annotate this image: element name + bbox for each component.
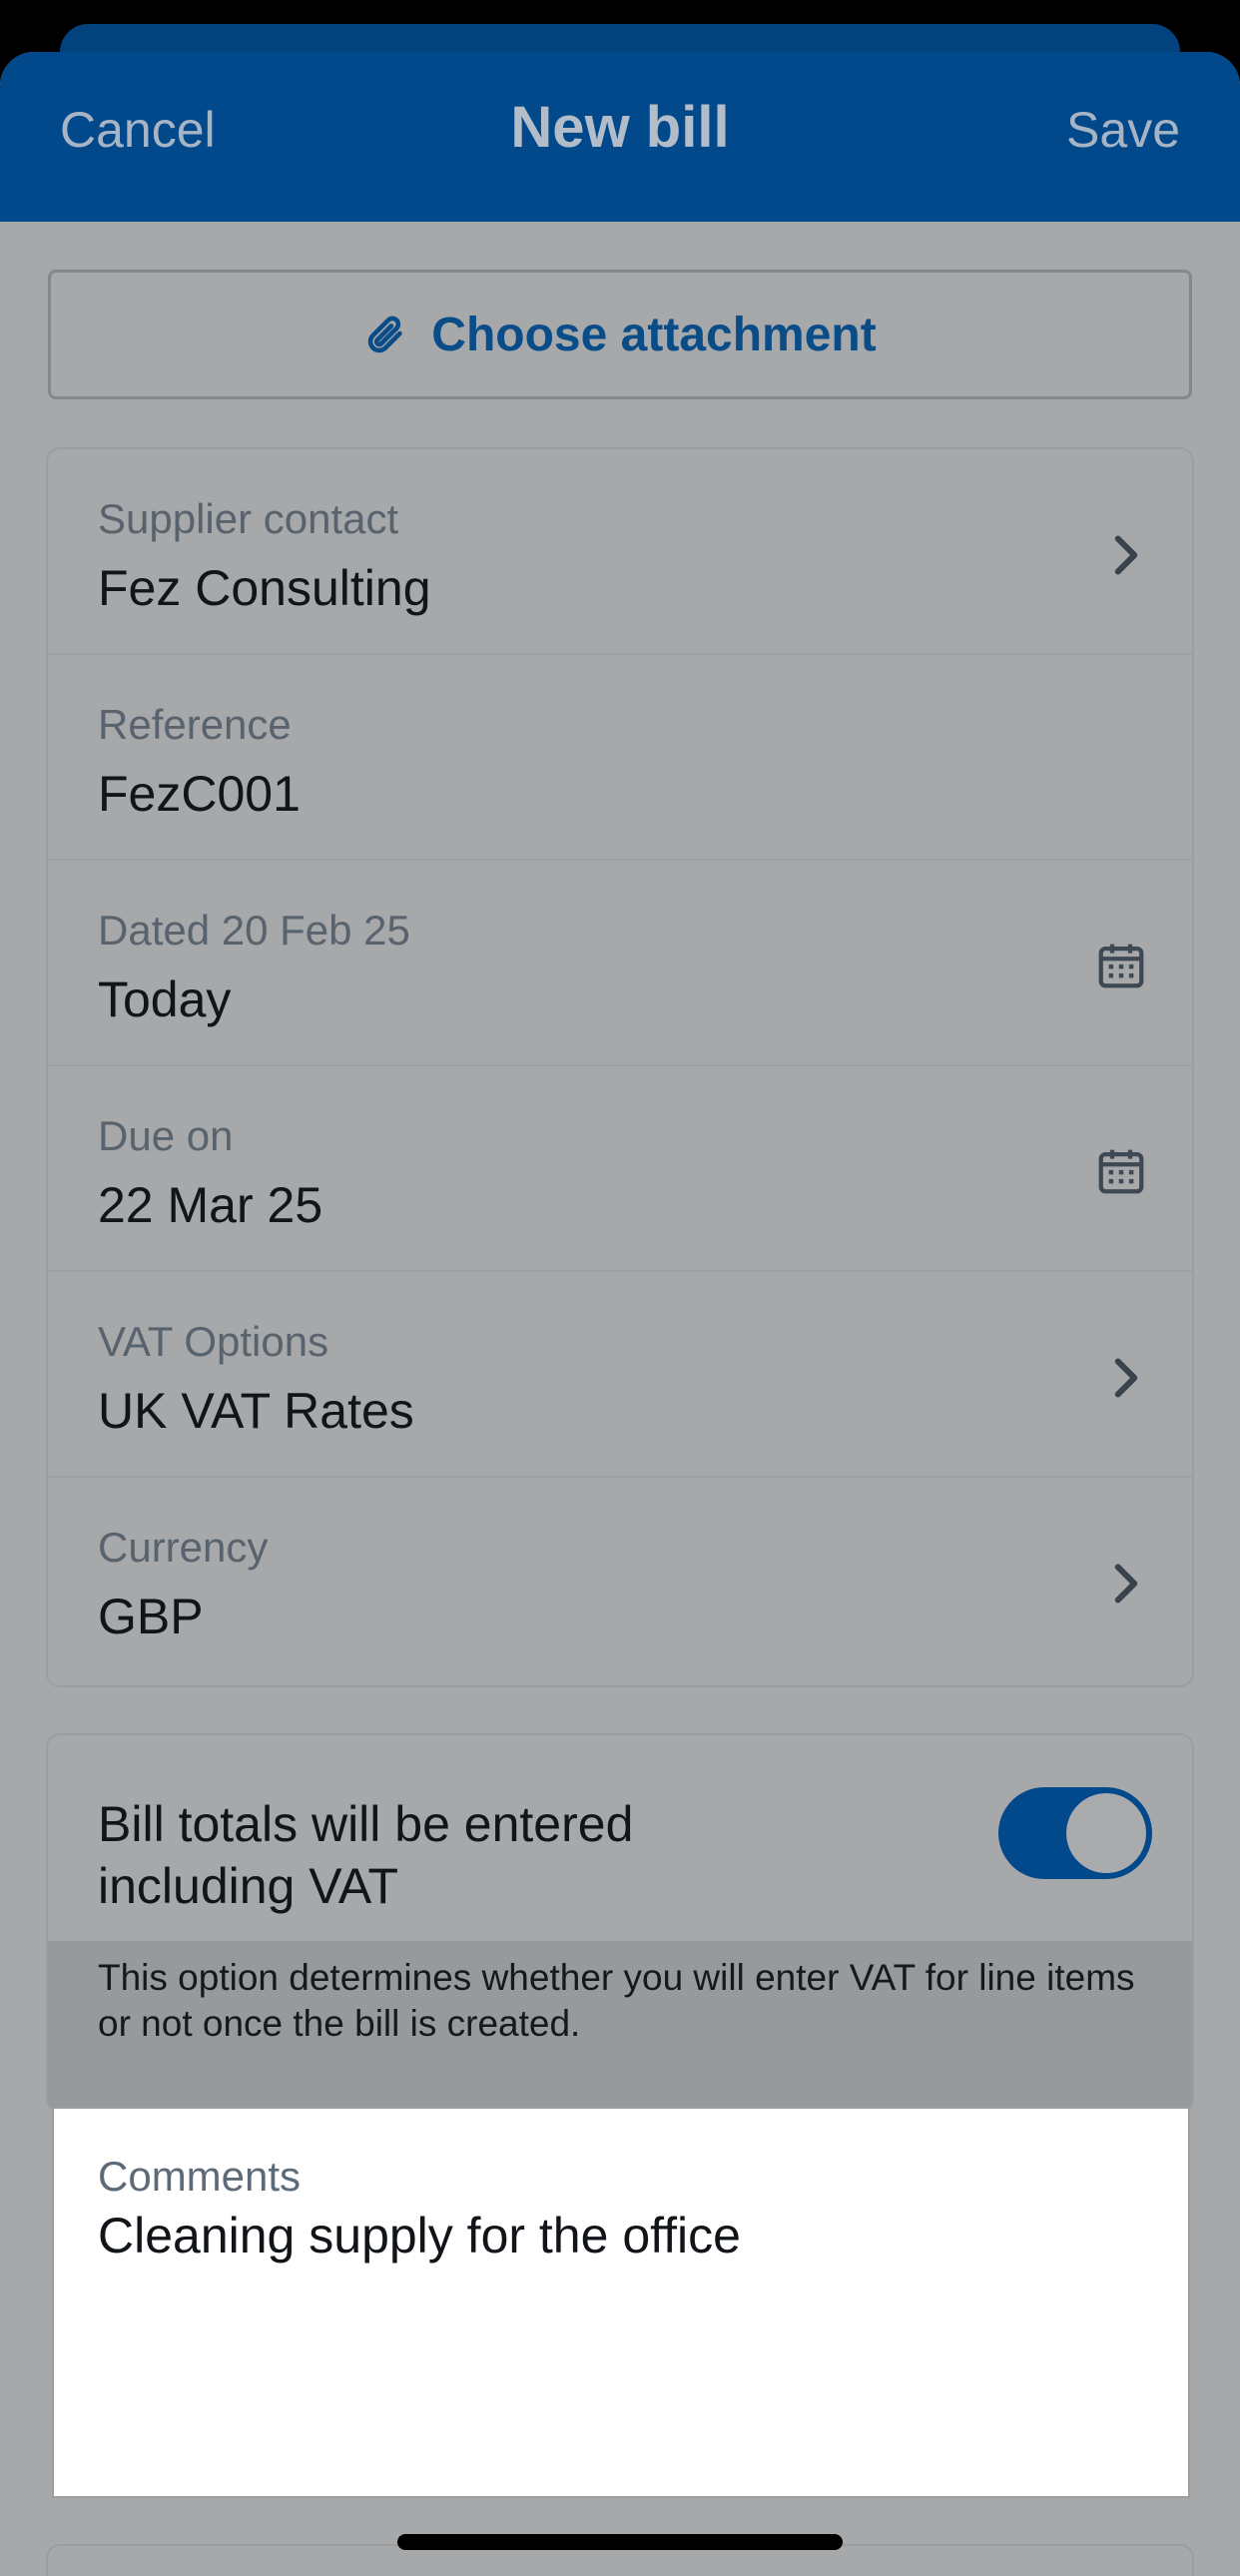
supplier-contact-row[interactable]: Supplier contact Fez Consulting: [48, 449, 1192, 655]
supplier-contact-value: Fez Consulting: [98, 560, 431, 616]
chevron-right-icon: [1114, 535, 1138, 575]
home-indicator[interactable]: [397, 2534, 843, 2550]
due-on-label: Due on: [98, 1112, 234, 1159]
vat-options-value: UK VAT Rates: [98, 1383, 414, 1439]
save-button[interactable]: Save: [1066, 100, 1180, 160]
vat-toggle-help-text: This option determines whether you will …: [48, 1941, 1192, 2111]
bill-details-card: Supplier contact Fez Consulting Referenc…: [46, 447, 1194, 1687]
reference-row[interactable]: Reference FezC001: [48, 655, 1192, 861]
due-on-row[interactable]: Due on 22 Mar 25: [48, 1066, 1192, 1272]
dated-row[interactable]: Dated 20 Feb 25 Today: [48, 861, 1192, 1066]
vat-toggle-label: Bill totals will be entered including VA…: [98, 1796, 634, 1914]
comments-label: Comments: [98, 2153, 302, 2200]
choose-attachment-button[interactable]: Choose attachment: [48, 270, 1192, 399]
choose-attachment-label: Choose attachment: [431, 308, 877, 361]
dated-label: Dated 20 Feb 25: [98, 907, 410, 954]
new-bill-sheet: Cancel New bill Save Choose attachment S…: [0, 52, 1240, 2576]
currency-label: Currency: [98, 1524, 269, 1571]
vat-options-label: VAT Options: [98, 1318, 329, 1365]
vat-options-row[interactable]: VAT Options UK VAT Rates: [48, 1272, 1192, 1478]
supplier-contact-label: Supplier contact: [98, 495, 399, 542]
reference-label: Reference: [98, 701, 292, 748]
comments-value[interactable]: Cleaning supply for the office: [98, 2207, 741, 2264]
calendar-icon[interactable]: [1094, 1144, 1148, 1198]
currency-row[interactable]: Currency GBP: [48, 1478, 1192, 1683]
currency-value: GBP: [98, 1589, 204, 1644]
due-on-value: 22 Mar 25: [98, 1177, 323, 1233]
vat-inclusive-toggle[interactable]: [998, 1787, 1152, 1879]
dated-value: Today: [98, 971, 232, 1027]
comments-field[interactable]: Comments Cleaning supply for the office: [52, 2107, 1190, 2498]
page-title: New bill: [510, 95, 730, 160]
vat-toggle-card: Bill totals will be entered including VA…: [46, 1733, 1194, 2113]
calendar-icon[interactable]: [1094, 939, 1148, 992]
paperclip-icon: [368, 316, 403, 353]
toggle-knob: [1066, 1793, 1146, 1873]
chevron-right-icon: [1114, 1358, 1138, 1398]
header-bar: Cancel New bill Save: [0, 52, 1240, 222]
chevron-right-icon: [1114, 1564, 1138, 1604]
reference-value[interactable]: FezC001: [98, 765, 301, 823]
